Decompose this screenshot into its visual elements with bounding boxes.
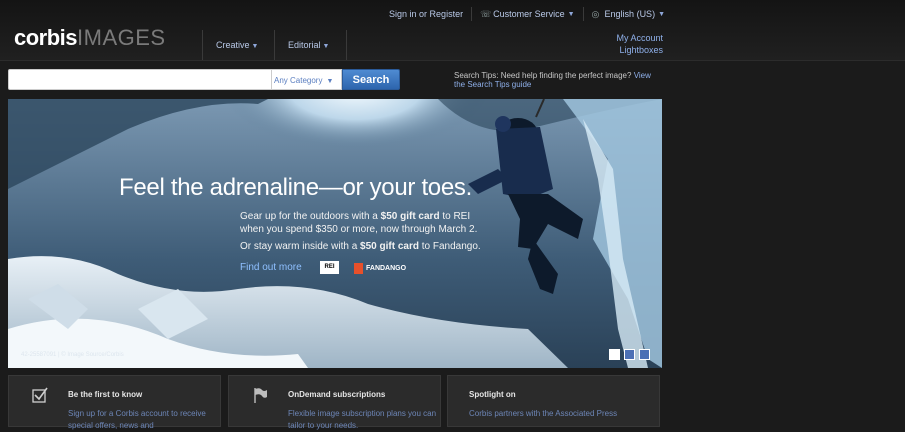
nav-editorial[interactable]: Editorial ▼ (274, 30, 347, 60)
category-select[interactable]: Any Category ▼ (272, 69, 342, 90)
main-nav: Creative ▼ Editorial ▼ (202, 30, 347, 60)
image-credit: 42-25587091 | © Image Source/Corbis (21, 352, 124, 358)
promo-title: Be the first to know (68, 390, 143, 399)
phone-icon: ☏ (480, 9, 492, 19)
utility-bar: Sign in or Register ☏ Customer Service ▼… (389, 7, 665, 21)
promo-panel-spotlight[interactable]: Spotlight on Corbis partners with the As… (447, 375, 660, 427)
divider (582, 7, 584, 21)
customer-service-link[interactable]: Customer Service (493, 9, 565, 19)
top-header: corbisIMAGES Sign in or Register ☏ Custo… (0, 0, 905, 61)
hero-headline: Feel the adrenaline—or your toes. (119, 174, 472, 201)
fandango-logo-text: FANDANGO (366, 265, 407, 272)
hero-offer-fandango: Or stay warm inside with a $50 gift card… (240, 240, 490, 253)
corbis-logo[interactable]: corbisIMAGES (14, 25, 166, 51)
search-tips: Search Tips: Need help finding the perfe… (454, 71, 662, 89)
nav-creative[interactable]: Creative ▼ (202, 30, 274, 60)
slide-dot-1[interactable] (609, 349, 620, 360)
search-button[interactable]: Search (342, 69, 400, 90)
lightboxes-link[interactable]: Lightboxes (616, 44, 663, 56)
logo-primary: corbis (14, 25, 78, 50)
my-account-link[interactable]: My Account (616, 32, 663, 44)
slide-pager (609, 349, 650, 360)
chevron-down-icon: ▼ (251, 43, 259, 50)
promo-panel-ondemand[interactable]: OnDemand subscriptions Flexible image su… (228, 375, 441, 430)
language-selector[interactable]: English (US) (605, 9, 656, 19)
slide-dot-2[interactable] (624, 349, 635, 360)
category-select-value: Any Category (274, 76, 323, 85)
search-input[interactable] (8, 69, 272, 90)
sign-in-link[interactable]: Sign in or Register (389, 9, 463, 19)
logo-secondary: IMAGES (77, 25, 166, 50)
chevron-down-icon: ▼ (567, 10, 575, 18)
account-links: My Account Lightboxes (616, 32, 663, 56)
hero-offer-fandango-post: to Fandango. (418, 241, 481, 252)
divider (471, 7, 473, 21)
promo-title: Spotlight on (469, 390, 516, 399)
slide-dot-3[interactable] (639, 349, 650, 360)
promo-description[interactable]: Sign up for a Corbis account to receive … (68, 408, 218, 432)
find-out-more-link[interactable]: Find out more (240, 262, 302, 273)
hero-offer-fandango-pre: Or stay warm inside with a (240, 241, 361, 252)
rei-logo: REI (320, 261, 339, 274)
hero-offer-fandango-bold: $50 gift card (360, 241, 419, 252)
chevron-down-icon: ▼ (322, 43, 330, 50)
promo-panel-signup[interactable]: Be the first to know Sign up for a Corbi… (8, 375, 221, 430)
search-tips-text: Search Tips: Need help finding the perfe… (454, 71, 632, 80)
flag-icon (254, 388, 267, 403)
promo-description[interactable]: Corbis partners with the Associated Pres… (469, 408, 619, 420)
hero-offer-rei-bold: $50 gift card (380, 211, 440, 222)
hero-offer-rei-pre: Gear up for the outdoors with a (240, 211, 381, 222)
checkbox-icon (32, 387, 48, 403)
promo-description[interactable]: Flexible image subscription plans you ca… (288, 408, 438, 432)
chevron-down-icon: ▼ (658, 10, 665, 18)
globe-icon: ◎ (591, 9, 600, 19)
fandango-icon (354, 263, 363, 274)
hero-banner[interactable]: Feel the adrenaline—or your toes. Gear u… (8, 99, 662, 368)
nav-creative-label: Creative (216, 40, 250, 50)
promo-title: OnDemand subscriptions (288, 390, 386, 399)
fandango-logo: FANDANGO (354, 263, 406, 274)
nav-editorial-label: Editorial (288, 40, 321, 50)
search-bar: Any Category ▼ Search Search Tips: Need h… (8, 69, 662, 91)
hero-offer-rei: Gear up for the outdoors with a $50 gift… (240, 210, 480, 236)
chevron-down-icon: ▼ (326, 78, 334, 85)
